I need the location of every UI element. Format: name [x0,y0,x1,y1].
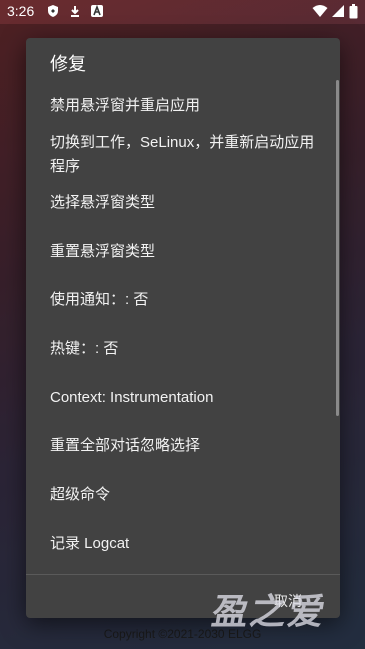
download-icon [68,4,82,18]
menu-item-hotkey[interactable]: 热键：: 否 [50,337,320,361]
menu-item-reset-overlay-type[interactable]: 重置悬浮窗类型 [50,240,320,264]
menu-item-super-command[interactable]: 超级命令 [50,483,320,507]
app-shield-icon [46,4,60,18]
battery-icon [348,3,358,18]
wifi-icon [312,4,328,18]
menu-item-switch-work-selinux[interactable]: 切换到工作，SeLinux，并重新启动应用程序 [50,131,320,179]
menu-item-record-logcat[interactable]: 记录 Logcat [50,532,320,556]
signal-icon [331,4,345,18]
dialog-scrollbar[interactable] [336,80,339,416]
status-bar: 3:26 [0,0,365,24]
menu-item-reset-dialog-ignore[interactable]: 重置全部对话忽略选择 [50,434,320,458]
menu-item-use-notification[interactable]: 使用通知：: 否 [50,288,320,312]
repair-dialog: 修复 禁用悬浮窗并重启应用 切换到工作，SeLinux，并重新启动应用程序 选择… [26,38,340,618]
menu-item-context-instrumentation[interactable]: Context: Instrumentation [50,386,320,410]
app-a-icon [90,4,104,18]
watermark-logo: 盈之爱 [208,592,330,633]
dialog-divider [26,574,340,575]
dialog-title: 修复 [50,54,86,75]
menu-item-select-overlay-type[interactable]: 选择悬浮窗类型 [50,191,320,215]
status-time: 3:26 [7,3,35,19]
menu-item-disable-overlay-restart[interactable]: 禁用悬浮窗并重启应用 [50,94,320,118]
